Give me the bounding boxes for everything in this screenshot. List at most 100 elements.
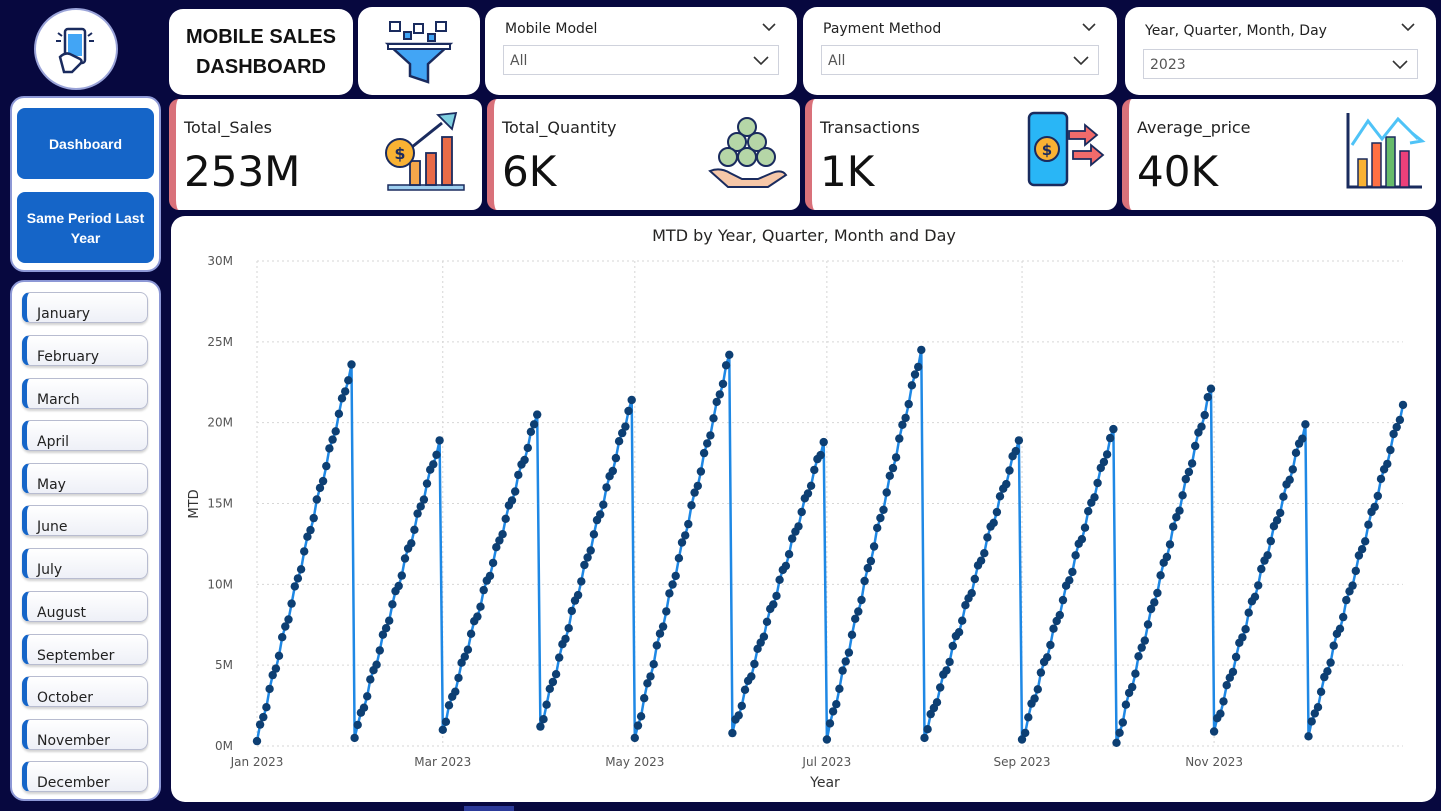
month-button-march[interactable]: March	[22, 378, 148, 409]
data-point	[328, 435, 337, 444]
data-point	[989, 518, 998, 527]
data-point	[312, 495, 321, 504]
data-point	[1392, 422, 1401, 432]
month-button-june[interactable]: June	[22, 505, 148, 536]
data-point	[375, 646, 384, 655]
data-point	[539, 715, 548, 724]
data-point	[1228, 667, 1238, 677]
month-button-september[interactable]: September	[22, 634, 148, 665]
data-point	[652, 641, 661, 650]
month-button-february[interactable]: February	[22, 335, 148, 366]
data-point	[561, 634, 570, 644]
data-point	[762, 617, 772, 626]
data-point	[290, 582, 299, 591]
data-point	[1326, 658, 1335, 667]
slicer-date-hierarchy[interactable]: Year, Quarter, Month, Day 2023	[1125, 7, 1436, 95]
month-button-july[interactable]: July	[22, 548, 148, 579]
mtd-line-chart[interactable]: MTD by Year, Quarter, Month and Day MTD …	[171, 216, 1436, 802]
data-point	[394, 581, 403, 591]
kpi-transactions: Transactions 1K $	[805, 99, 1117, 210]
month-button-january[interactable]: January	[22, 292, 148, 323]
data-point	[882, 488, 891, 497]
mobile-payment-icon: $	[1027, 111, 1105, 187]
slicer-mobile-model[interactable]: Mobile Model All	[485, 7, 797, 95]
chevron-down-icon[interactable]	[1400, 19, 1416, 35]
data-point	[1254, 581, 1263, 590]
data-point	[514, 470, 523, 480]
data-point	[1357, 545, 1367, 554]
data-point	[649, 660, 658, 669]
data-point	[419, 495, 429, 504]
kpi-total-quantity: Total_Quantity 6K	[487, 99, 800, 210]
svg-text:$: $	[1042, 141, 1052, 159]
data-point	[662, 607, 671, 616]
data-point	[567, 606, 576, 616]
data-point	[995, 492, 1005, 501]
data-point	[422, 479, 432, 488]
data-point	[1298, 434, 1307, 443]
data-point	[1178, 491, 1187, 500]
data-point	[1373, 491, 1383, 501]
slicer-payment-method[interactable]: Payment Method All	[803, 7, 1117, 95]
data-point	[1046, 640, 1055, 650]
data-point	[614, 437, 624, 446]
data-point	[318, 476, 328, 486]
month-button-december[interactable]: December	[22, 761, 148, 792]
slicer-dropdown[interactable]: All	[503, 45, 779, 75]
month-button-november[interactable]: November	[22, 719, 148, 750]
data-point	[684, 519, 693, 529]
data-point	[363, 692, 372, 701]
chevron-down-icon[interactable]	[1081, 19, 1097, 35]
data-point	[407, 539, 416, 548]
data-point	[589, 530, 599, 539]
data-point	[1184, 467, 1194, 477]
data-point	[832, 700, 841, 709]
data-point	[1024, 713, 1033, 722]
data-point	[781, 561, 791, 571]
month-button-october[interactable]: October	[22, 676, 148, 707]
kpi-value: 6K	[502, 147, 557, 196]
filter-card[interactable]	[358, 7, 480, 95]
month-button-august[interactable]: August	[22, 591, 148, 622]
y-tick-label: 10M	[207, 577, 233, 591]
data-point	[640, 694, 649, 703]
slicer-label: Payment Method	[823, 21, 942, 37]
month-button-april[interactable]: April	[22, 420, 148, 451]
data-point	[435, 436, 444, 445]
month-button-may[interactable]: May	[22, 463, 148, 494]
month-label: July	[37, 562, 63, 578]
data-point	[350, 733, 359, 743]
data-point	[498, 530, 507, 539]
data-point	[1043, 653, 1052, 662]
data-point	[555, 653, 564, 662]
data-point	[463, 645, 473, 654]
x-tick-label: Sep 2023	[994, 755, 1051, 769]
data-point	[255, 720, 265, 729]
data-point	[602, 483, 611, 492]
data-point	[1263, 551, 1272, 560]
dashboard-title: MOBILE SALES DASHBOARD	[169, 9, 353, 95]
data-point	[1049, 624, 1058, 633]
data-point	[410, 525, 419, 534]
data-point	[611, 453, 621, 463]
x-axis-label: Year	[809, 775, 840, 791]
data-point	[523, 443, 532, 453]
data-point	[507, 496, 517, 505]
data-point	[1014, 436, 1024, 445]
data-point	[309, 513, 318, 523]
chevron-down-icon[interactable]	[761, 19, 777, 35]
data-point	[252, 736, 262, 746]
data-point	[895, 434, 904, 443]
same-period-last-year-button[interactable]: Same Period Last Year	[17, 192, 154, 263]
slicer-dropdown[interactable]: 2023	[1143, 49, 1418, 79]
data-point	[1140, 636, 1149, 645]
data-point	[1055, 610, 1064, 620]
data-point	[854, 607, 863, 616]
slicer-dropdown[interactable]: All	[821, 45, 1099, 75]
data-point	[860, 576, 869, 586]
dashboard-button[interactable]: Dashboard	[17, 108, 154, 179]
data-point	[828, 707, 838, 716]
data-point	[885, 471, 894, 480]
data-point	[1291, 448, 1301, 457]
data-point	[1150, 598, 1159, 607]
